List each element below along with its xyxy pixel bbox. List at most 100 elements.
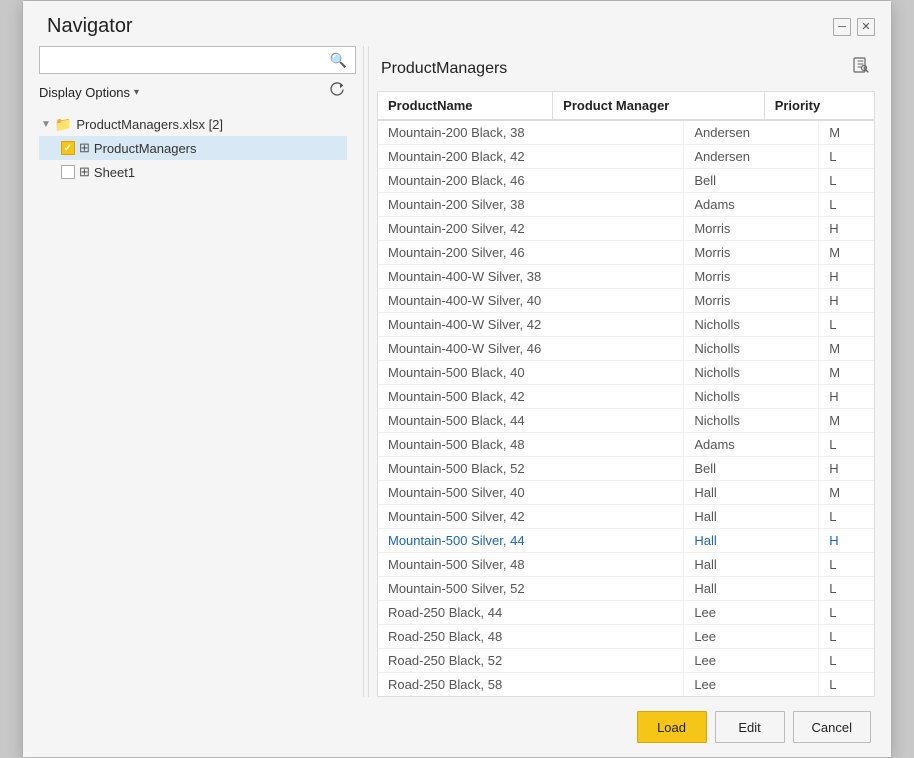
minimize-button[interactable]: ─ bbox=[833, 18, 851, 36]
table-row: Mountain-200 Black, 38AndersenM bbox=[378, 121, 874, 145]
table-icon: ⊞ bbox=[79, 140, 90, 156]
table-body: Mountain-200 Black, 38AndersenMMountain-… bbox=[378, 121, 874, 696]
close-button[interactable]: ✕ bbox=[857, 18, 875, 36]
cell-product_manager-14: Bell bbox=[684, 457, 819, 481]
chevron-down-icon: ▾ bbox=[134, 87, 139, 98]
cell-priority-18: L bbox=[819, 553, 874, 577]
cell-product_manager-15: Hall bbox=[684, 481, 819, 505]
cell-priority-17: H bbox=[819, 529, 874, 553]
cell-priority-20: L bbox=[819, 601, 874, 625]
cell-product_name-14: Mountain-500 Black, 52 bbox=[378, 457, 684, 481]
cell-product_manager-9: Nicholls bbox=[684, 337, 819, 361]
cell-product_name-5: Mountain-200 Silver, 46 bbox=[378, 241, 684, 265]
item-label-product-managers: ProductManagers bbox=[94, 141, 197, 156]
folder-icon: 📁 bbox=[55, 116, 72, 133]
table-row: Mountain-500 Silver, 52HallL bbox=[378, 577, 874, 601]
cell-product_name-23: Road-250 Black, 58 bbox=[378, 673, 684, 697]
cell-priority-10: M bbox=[819, 361, 874, 385]
cell-product_name-6: Mountain-400-W Silver, 38 bbox=[378, 265, 684, 289]
cell-product_manager-11: Nicholls bbox=[684, 385, 819, 409]
table-row: Mountain-200 Silver, 38AdamsL bbox=[378, 193, 874, 217]
cell-product_manager-8: Nicholls bbox=[684, 313, 819, 337]
cell-product_manager-20: Lee bbox=[684, 601, 819, 625]
preview-header: ProductManagers bbox=[377, 46, 875, 91]
table-row: Mountain-500 Silver, 42HallL bbox=[378, 505, 874, 529]
cell-product_manager-10: Nicholls bbox=[684, 361, 819, 385]
search-row: 🔍 bbox=[39, 46, 347, 74]
cell-product_name-2: Mountain-200 Black, 46 bbox=[378, 169, 684, 193]
table-row: Road-250 Black, 44LeeL bbox=[378, 601, 874, 625]
panel-divider bbox=[363, 46, 364, 697]
refresh-button[interactable] bbox=[327, 80, 347, 105]
edit-button[interactable]: Edit bbox=[715, 711, 785, 743]
load-button[interactable]: Load bbox=[637, 711, 707, 743]
cell-product_name-0: Mountain-200 Black, 38 bbox=[378, 121, 684, 145]
table-row: Mountain-200 Silver, 42MorrisH bbox=[378, 217, 874, 241]
table-row: Road-250 Black, 52LeeL bbox=[378, 649, 874, 673]
cell-product_manager-18: Hall bbox=[684, 553, 819, 577]
cell-product_name-16: Mountain-500 Silver, 42 bbox=[378, 505, 684, 529]
cell-product_name-10: Mountain-500 Black, 40 bbox=[378, 361, 684, 385]
cell-product_name-22: Road-250 Black, 52 bbox=[378, 649, 684, 673]
col-header-product-manager: Product Manager bbox=[553, 92, 765, 120]
tree-file-row[interactable]: ▼ 📁 ProductManagers.xlsx [2] bbox=[39, 113, 347, 136]
cell-product_name-7: Mountain-400-W Silver, 40 bbox=[378, 289, 684, 313]
display-options-row: Display Options ▾ bbox=[39, 80, 347, 105]
table-row: Mountain-500 Black, 44NichollsM bbox=[378, 409, 874, 433]
checkbox-product-managers[interactable]: ✓ bbox=[61, 141, 75, 155]
display-options-button[interactable]: Display Options ▾ bbox=[39, 85, 139, 100]
tree-item-product-managers[interactable]: ✓ ⊞ ProductManagers bbox=[39, 136, 347, 160]
cell-product_manager-1: Andersen bbox=[684, 145, 819, 169]
table-header: ProductName Product Manager Priority bbox=[378, 92, 874, 120]
cell-product_name-12: Mountain-500 Black, 44 bbox=[378, 409, 684, 433]
file-tree: ▼ 📁 ProductManagers.xlsx [2] ✓ ⊞ Product… bbox=[39, 113, 347, 697]
table-row: Mountain-500 Silver, 44HallH bbox=[378, 529, 874, 553]
cell-product_manager-23: Lee bbox=[684, 673, 819, 697]
header-row: ProductName Product Manager Priority bbox=[378, 92, 874, 120]
table-row: Road-250 Black, 48LeeL bbox=[378, 625, 874, 649]
cell-product_name-3: Mountain-200 Silver, 38 bbox=[378, 193, 684, 217]
cell-priority-23: L bbox=[819, 673, 874, 697]
cell-product_name-8: Mountain-400-W Silver, 42 bbox=[378, 313, 684, 337]
preview-icon-button[interactable] bbox=[847, 54, 875, 83]
cell-product_manager-21: Lee bbox=[684, 625, 819, 649]
table-row: Mountain-400-W Silver, 40MorrisH bbox=[378, 289, 874, 313]
checkbox-sheet1[interactable] bbox=[61, 165, 75, 179]
cell-product_manager-13: Adams bbox=[684, 433, 819, 457]
cell-product_name-21: Road-250 Black, 48 bbox=[378, 625, 684, 649]
cell-product_name-9: Mountain-400-W Silver, 46 bbox=[378, 337, 684, 361]
table-row: Mountain-200 Silver, 46MorrisM bbox=[378, 241, 874, 265]
cell-priority-4: H bbox=[819, 217, 874, 241]
preview-title: ProductManagers bbox=[381, 60, 507, 78]
cancel-button[interactable]: Cancel bbox=[793, 711, 871, 743]
cell-priority-7: H bbox=[819, 289, 874, 313]
cell-priority-11: H bbox=[819, 385, 874, 409]
cell-product_manager-7: Morris bbox=[684, 289, 819, 313]
cell-priority-22: L bbox=[819, 649, 874, 673]
table-row: Mountain-500 Black, 42NichollsH bbox=[378, 385, 874, 409]
col-header-product-name: ProductName bbox=[378, 92, 553, 120]
cell-product_name-4: Mountain-200 Silver, 42 bbox=[378, 217, 684, 241]
tree-item-sheet1[interactable]: ⊞ Sheet1 bbox=[39, 160, 347, 184]
table-row: Mountain-400-W Silver, 42NichollsL bbox=[378, 313, 874, 337]
cell-priority-19: L bbox=[819, 577, 874, 601]
window-controls: ─ ✕ bbox=[833, 18, 875, 36]
cell-product_name-1: Mountain-200 Black, 42 bbox=[378, 145, 684, 169]
table-row: Mountain-400-W Silver, 46NichollsM bbox=[378, 337, 874, 361]
dialog-body: 🔍 Display Options ▾ ▼ bbox=[23, 46, 891, 697]
display-options-label: Display Options bbox=[39, 85, 130, 100]
left-panel: 🔍 Display Options ▾ ▼ bbox=[39, 46, 359, 697]
cell-product_name-17: Mountain-500 Silver, 44 bbox=[378, 529, 684, 553]
cell-priority-2: L bbox=[819, 169, 874, 193]
dialog-title: Navigator bbox=[47, 15, 133, 38]
cell-product_manager-5: Morris bbox=[684, 241, 819, 265]
cell-product_manager-3: Adams bbox=[684, 193, 819, 217]
cell-product_name-18: Mountain-500 Silver, 48 bbox=[378, 553, 684, 577]
table-row: Mountain-500 Black, 40NichollsM bbox=[378, 361, 874, 385]
cell-priority-14: H bbox=[819, 457, 874, 481]
cell-product_manager-2: Bell bbox=[684, 169, 819, 193]
cell-product_name-19: Mountain-500 Silver, 52 bbox=[378, 577, 684, 601]
table-scroll-area[interactable]: Mountain-200 Black, 38AndersenMMountain-… bbox=[378, 121, 874, 696]
search-input[interactable] bbox=[39, 46, 356, 74]
data-table-wrap: ProductName Product Manager Priority Mou… bbox=[377, 91, 875, 697]
